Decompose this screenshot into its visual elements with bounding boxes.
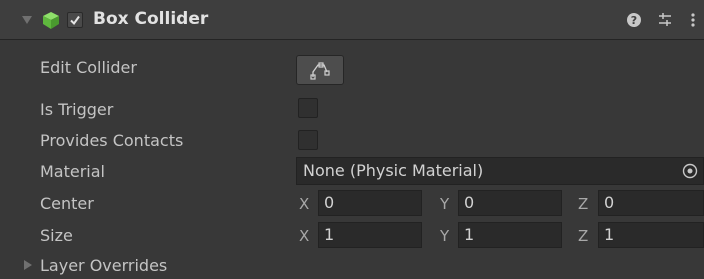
center-z-field[interactable]: 0 [598, 190, 704, 216]
size-z-label[interactable]: Z [578, 227, 588, 245]
component-header[interactable]: Box Collider ? [0, 0, 704, 40]
help-icon[interactable]: ? [625, 11, 643, 29]
center-x-label[interactable]: X [299, 195, 309, 213]
size-z-field[interactable]: 1 [598, 222, 704, 248]
center-y-field[interactable]: 0 [458, 190, 562, 216]
size-x-label[interactable]: X [299, 227, 309, 245]
center-label: Center [40, 194, 94, 213]
component-title: Box Collider [93, 9, 209, 29]
center-z-label[interactable]: Z [578, 195, 588, 213]
component-enabled-checkbox[interactable] [67, 12, 83, 28]
box-collider-icon [43, 12, 59, 29]
center-y-label[interactable]: Y [440, 195, 449, 213]
provides-contacts-checkbox[interactable] [298, 130, 318, 150]
presets-icon[interactable] [656, 11, 674, 29]
center-z-value: 0 [604, 193, 615, 212]
material-value: None (Physic Material) [303, 161, 484, 180]
layer-overrides-foldout[interactable]: Layer Overrides [40, 256, 167, 275]
is-trigger-checkbox[interactable] [298, 98, 318, 118]
center-x-value: 0 [324, 193, 335, 212]
edit-bounds-icon [310, 62, 330, 80]
more-menu-icon[interactable] [684, 11, 702, 29]
provides-contacts-label: Provides Contacts [40, 131, 184, 150]
size-x-field[interactable]: 1 [318, 222, 422, 248]
edit-collider-button[interactable] [296, 55, 344, 85]
object-picker-icon[interactable] [681, 162, 699, 180]
checkmark-icon [70, 15, 80, 26]
size-y-field[interactable]: 1 [458, 222, 562, 248]
center-x-field[interactable]: 0 [318, 190, 422, 216]
size-x-value: 1 [324, 225, 335, 244]
size-z-value: 1 [604, 225, 615, 244]
svg-text:?: ? [631, 14, 637, 27]
material-label: Material [40, 162, 105, 181]
foldout-arrow-icon[interactable] [22, 16, 32, 24]
size-y-label[interactable]: Y [440, 227, 449, 245]
layer-overrides-arrow-icon[interactable] [24, 260, 32, 270]
edit-collider-label: Edit Collider [40, 58, 137, 77]
size-y-value: 1 [464, 225, 475, 244]
size-label: Size [40, 226, 73, 245]
material-object-field[interactable]: None (Physic Material) [296, 157, 704, 185]
is-trigger-label: Is Trigger [40, 100, 114, 119]
center-y-value: 0 [464, 193, 475, 212]
